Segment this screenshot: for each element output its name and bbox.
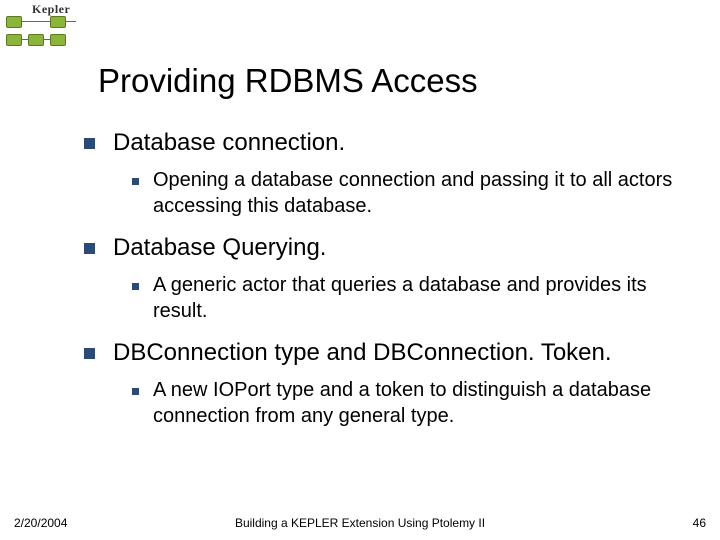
bullet-item: Database Querying. xyxy=(84,233,690,263)
square-bullet-icon xyxy=(132,178,139,185)
bullet-text: Database connection. xyxy=(113,128,345,158)
slide-content: Database connection. Opening a database … xyxy=(84,128,690,436)
logo: Kepler xyxy=(6,2,96,48)
square-bullet-icon xyxy=(132,283,139,290)
slide-title: Providing RDBMS Access xyxy=(98,62,478,100)
sub-bullet-text: A generic actor that queries a database … xyxy=(153,273,690,324)
square-bullet-icon xyxy=(132,388,139,395)
sub-bullet-item: A generic actor that queries a database … xyxy=(132,273,690,324)
footer-page-number: 46 xyxy=(693,516,706,530)
bullet-item: DBConnection type and DBConnection. Toke… xyxy=(84,338,690,368)
sub-bullet-text: A new IOPort type and a token to disting… xyxy=(153,378,690,429)
sub-bullet-item: Opening a database connection and passin… xyxy=(132,168,690,219)
bullet-text: Database Querying. xyxy=(113,233,326,263)
square-bullet-icon xyxy=(84,243,95,254)
footer-title: Building a KEPLER Extension Using Ptolem… xyxy=(0,516,720,530)
sub-bullet-text: Opening a database connection and passin… xyxy=(153,168,690,219)
bullet-text: DBConnection type and DBConnection. Toke… xyxy=(113,338,612,368)
logo-graphic xyxy=(6,16,86,48)
bullet-item: Database connection. xyxy=(84,128,690,158)
slide-footer: 2/20/2004 Building a KEPLER Extension Us… xyxy=(0,510,720,530)
sub-bullet-item: A new IOPort type and a token to disting… xyxy=(132,378,690,429)
square-bullet-icon xyxy=(84,348,95,359)
logo-text: Kepler xyxy=(32,2,70,17)
square-bullet-icon xyxy=(84,138,95,149)
